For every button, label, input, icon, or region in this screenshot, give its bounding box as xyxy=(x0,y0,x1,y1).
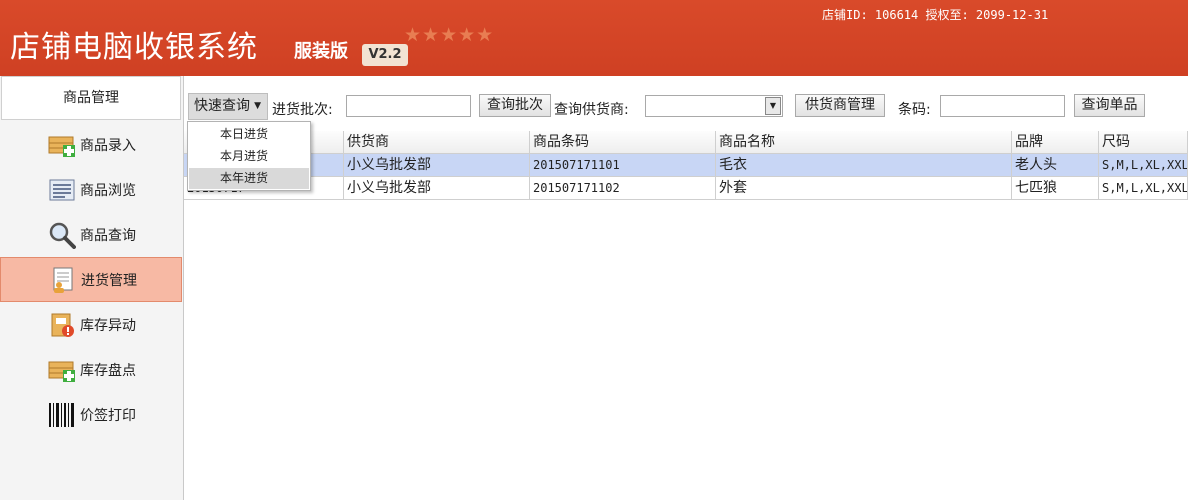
menu-item-today[interactable]: 本日进货 xyxy=(189,124,309,145)
sidebar-item-price-tag-print[interactable]: 价签打印 xyxy=(0,392,182,437)
column-header-size[interactable]: 尺码 xyxy=(1099,131,1188,154)
chevron-down-icon: ▼ xyxy=(254,101,261,111)
supplier-select[interactable]: ▼ xyxy=(645,95,783,117)
column-header-product-name[interactable]: 商品名称 xyxy=(716,131,1012,154)
box-add-icon xyxy=(48,131,76,159)
cell-product-name: 外套 xyxy=(716,177,1012,200)
sidebar-item-stock-taking[interactable]: 库存盘点 xyxy=(0,347,182,392)
box-add-icon xyxy=(48,356,76,384)
app-header: 店铺电脑收银系统 服装版 V2.2 ★★★★★ 店铺ID: 106614 授权至… xyxy=(0,0,1188,76)
document-person-icon xyxy=(49,266,77,294)
quick-query-button[interactable]: 快速查询 ▼ xyxy=(188,93,268,120)
query-batch-button[interactable]: 查询批次 xyxy=(479,94,551,117)
column-header-brand[interactable]: 品牌 xyxy=(1012,131,1099,154)
cell-barcode: 201507171102 xyxy=(530,177,716,200)
rating-stars-icon: ★★★★★ xyxy=(404,24,495,46)
sidebar-item-label: 商品查询 xyxy=(80,227,136,244)
version-badge: V2.2 xyxy=(362,44,408,66)
batch-label: 进货批次: xyxy=(272,102,333,118)
column-header-supplier[interactable]: 供货商 xyxy=(344,131,530,154)
store-info: 店铺ID: 106614 授权至: 2099-12-31 xyxy=(822,8,1049,22)
sidebar-item-purchase-management[interactable]: 进货管理 xyxy=(0,257,182,302)
sidebar-title[interactable]: 商品管理 xyxy=(1,76,181,120)
stock-alert-icon xyxy=(48,311,76,339)
purchase-table: 供货商 商品条码 商品名称 品牌 尺码 20150717 小义乌批发部 2015… xyxy=(184,131,1188,500)
sidebar-item-label: 价签打印 xyxy=(80,407,136,424)
sidebar-item-label: 进货管理 xyxy=(81,272,137,289)
barcode-input[interactable] xyxy=(940,95,1065,117)
chevron-down-icon[interactable]: ▼ xyxy=(765,97,781,115)
cell-size: S,M,L,XL,XXL xyxy=(1099,154,1188,177)
query-single-button[interactable]: 查询单品 xyxy=(1074,94,1145,117)
edition-label: 服装版 xyxy=(294,41,348,62)
sidebar-item-stock-change[interactable]: 库存异动 xyxy=(0,302,182,347)
sidebar-item-product-entry[interactable]: 商品录入 xyxy=(0,122,182,167)
supplier-management-button[interactable]: 供货商管理 xyxy=(795,94,885,117)
cell-product-name: 毛衣 xyxy=(716,154,1012,177)
cell-size: S,M,L,XL,XXL xyxy=(1099,177,1188,200)
sidebar: 商品管理 商品录入 商品浏览 商品查询 进货管理 库存异动 库存盘点 价签打印 xyxy=(0,76,184,500)
cell-brand: 老人头 xyxy=(1012,154,1099,177)
sidebar-item-label: 商品录入 xyxy=(80,137,136,154)
menu-item-this-year[interactable]: 本年进货 xyxy=(189,168,309,189)
sidebar-item-product-browse[interactable]: 商品浏览 xyxy=(0,167,182,212)
quick-query-label: 快速查询 xyxy=(194,98,250,114)
cell-brand: 七匹狼 xyxy=(1012,177,1099,200)
sidebar-item-label: 库存异动 xyxy=(80,317,136,334)
magnifier-icon xyxy=(48,221,76,249)
app-title: 店铺电脑收银系统 xyxy=(10,30,258,65)
supplier-label: 查询供货商: xyxy=(554,102,629,118)
cell-supplier: 小义乌批发部 xyxy=(344,177,530,200)
quick-query-menu: 本日进货 本月进货 本年进货 xyxy=(187,121,311,191)
menu-item-this-month[interactable]: 本月进货 xyxy=(189,146,309,167)
cell-supplier: 小义乌批发部 xyxy=(344,154,530,177)
toolbar: 快速查询 ▼ 进货批次: 查询批次 查询供货商: ▼ 供货商管理 条码: 查询单… xyxy=(184,86,1188,126)
sidebar-item-label: 库存盘点 xyxy=(80,362,136,379)
batch-input[interactable] xyxy=(346,95,471,117)
barcode-icon xyxy=(48,401,76,429)
list-icon xyxy=(48,176,76,204)
sidebar-item-product-search[interactable]: 商品查询 xyxy=(0,212,182,257)
cell-barcode: 201507171101 xyxy=(530,154,716,177)
barcode-label: 条码: xyxy=(898,102,931,118)
sidebar-item-label: 商品浏览 xyxy=(80,182,136,199)
column-header-barcode[interactable]: 商品条码 xyxy=(530,131,716,154)
